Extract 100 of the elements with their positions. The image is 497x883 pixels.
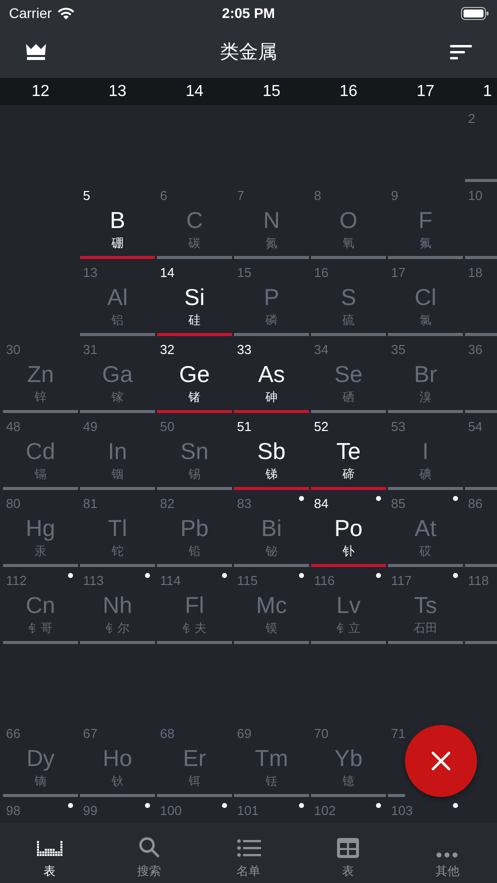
element-tile[interactable]: 114 Fl 钅夫 <box>157 567 232 644</box>
group-number: 15 <box>262 82 282 100</box>
element-tile[interactable]: 18 <box>465 259 497 336</box>
element-name: 碳 <box>188 235 200 251</box>
element-tile[interactable]: 10 <box>465 182 497 259</box>
atomic-number: 51 <box>237 419 252 434</box>
element-tile[interactable]: 84 Po 钋 <box>311 490 386 567</box>
element-symbol: Sb <box>257 438 286 464</box>
element-symbol: Cd <box>26 438 56 464</box>
element-tile[interactable]: 85 At 砹 <box>388 490 463 567</box>
tab-item[interactable]: 表 <box>0 823 100 883</box>
atomic-number: 31 <box>83 342 98 357</box>
element-tile[interactable]: 69 Tm 铥 <box>234 720 309 797</box>
element-symbol: Bi <box>261 515 282 541</box>
element-tile[interactable]: 80 Hg 汞 <box>3 490 78 567</box>
atomic-number: 53 <box>391 419 406 434</box>
element-tile[interactable]: 9 F 氟 <box>388 182 463 259</box>
element-tile[interactable]: 35 Br 溴 <box>388 336 463 413</box>
element-tile[interactable]: 82 Pb 铅 <box>157 490 232 567</box>
element-tile[interactable]: 112 Cn 钅哥 <box>3 567 78 644</box>
element-name: 铥 <box>266 773 278 789</box>
tab-item[interactable]: 表 <box>298 823 398 883</box>
sort-icon[interactable] <box>450 44 472 60</box>
element-tile[interactable]: 5 B 硼 <box>80 182 155 259</box>
element-tile[interactable]: 30 Zn 锌 <box>3 336 78 413</box>
element-tile[interactable]: 17 Cl 氯 <box>388 259 463 336</box>
atomic-number: 112 <box>6 573 27 588</box>
element-tile[interactable]: 13 Al 铝 <box>80 259 155 336</box>
element-name: 锑 <box>266 466 278 482</box>
element-symbol: Yb <box>334 745 363 771</box>
atomic-number: 32 <box>160 342 174 357</box>
more-icon <box>436 852 458 858</box>
element-tile[interactable]: 113 Nh 钅尔 <box>80 567 155 644</box>
element-tile[interactable]: 54 <box>465 413 497 490</box>
element-tile[interactable]: 8 O 氧 <box>311 182 386 259</box>
element-symbol: F <box>418 207 433 233</box>
element-symbol: B <box>110 207 126 233</box>
atomic-number: 115 <box>237 573 258 588</box>
atomic-number: 69 <box>237 726 252 741</box>
element-tile[interactable]: 6 C 碳 <box>157 182 232 259</box>
atomic-number: 100 <box>160 803 182 818</box>
element-name: 硒 <box>342 389 354 405</box>
element-tile[interactable]: 118 <box>465 567 497 644</box>
carrier-label: Carrier <box>9 5 52 21</box>
element-tile[interactable]: 86 <box>465 490 497 567</box>
element-tile[interactable]: 67 Ho 钬 <box>80 720 155 797</box>
element-tile[interactable]: 31 Ga 镓 <box>80 336 155 413</box>
element-tile[interactable]: 83 Bi 铋 <box>234 490 309 567</box>
element-name: 镆 <box>266 620 278 636</box>
element-tile[interactable]: 33 As 砷 <box>234 336 309 413</box>
tab-item[interactable]: 其他 <box>398 823 497 883</box>
element-symbol: Si <box>184 284 205 310</box>
tab-item[interactable]: 搜索 <box>99 823 199 883</box>
element-tile[interactable]: 7 N 氮 <box>234 182 309 259</box>
element-name: 镝 <box>34 773 46 789</box>
atomic-number: 8 <box>314 188 322 203</box>
element-tile[interactable]: 68 Er 铒 <box>157 720 232 797</box>
element-tile[interactable]: 115 Mc 镆 <box>234 567 309 644</box>
element-tile[interactable]: 52 Te 碲 <box>311 413 386 490</box>
atomic-number: 16 <box>314 265 328 280</box>
element-tile[interactable]: 117 Ts 石田 <box>388 567 463 644</box>
element-tile[interactable]: 49 In 铟 <box>80 413 155 490</box>
element-tile[interactable]: 53 I 碘 <box>388 413 463 490</box>
atomic-number: 101 <box>237 803 259 818</box>
element-tile[interactable]: 81 Tl 铊 <box>80 490 155 567</box>
atomic-number: 30 <box>6 342 20 357</box>
element-tile[interactable]: 70 Yb 镱 <box>311 720 386 797</box>
tab-item[interactable]: 名单 <box>198 823 298 883</box>
element-name: 锗 <box>188 389 200 405</box>
atomic-number: 18 <box>468 265 482 280</box>
element-tile[interactable]: 34 Se 硒 <box>311 336 386 413</box>
element-name: 铅 <box>188 543 200 559</box>
element-tile[interactable]: 48 Cd 镉 <box>3 413 78 490</box>
element-symbol: Dy <box>26 745 55 771</box>
element-name: 氮 <box>266 235 278 251</box>
atomic-number: 70 <box>314 726 328 741</box>
element-symbol: N <box>263 207 280 233</box>
element-symbol: C <box>186 207 203 233</box>
element-tile[interactable]: 32 Ge 锗 <box>157 336 232 413</box>
element-tile[interactable]: 36 <box>465 336 497 413</box>
crown-icon[interactable] <box>25 43 47 61</box>
element-symbol: Ga <box>102 361 133 387</box>
element-tile[interactable]: 51 Sb 锑 <box>234 413 309 490</box>
element-tile[interactable]: 50 Sn 锡 <box>157 413 232 490</box>
atomic-number: 86 <box>468 496 482 511</box>
element-name: 钅尔 <box>106 620 130 636</box>
element-tile[interactable]: 116 Lv 钅立 <box>311 567 386 644</box>
element-name: 钬 <box>112 773 124 789</box>
element-tile[interactable]: 66 Dy 镝 <box>3 720 78 797</box>
battery-icon <box>461 6 489 20</box>
element-tile[interactable]: 16 S 硫 <box>311 259 386 336</box>
group-number: 13 <box>108 82 128 100</box>
element-name: 铟 <box>112 466 124 482</box>
element-tile[interactable]: 15 P 磷 <box>234 259 309 336</box>
element-tile[interactable]: 2 <box>465 105 497 182</box>
atomic-number: 34 <box>314 342 328 357</box>
atomic-number: 54 <box>468 419 482 434</box>
element-symbol: In <box>108 438 128 464</box>
element-tile[interactable]: 14 Si 硅 <box>157 259 232 336</box>
atomic-number: 50 <box>160 419 174 434</box>
